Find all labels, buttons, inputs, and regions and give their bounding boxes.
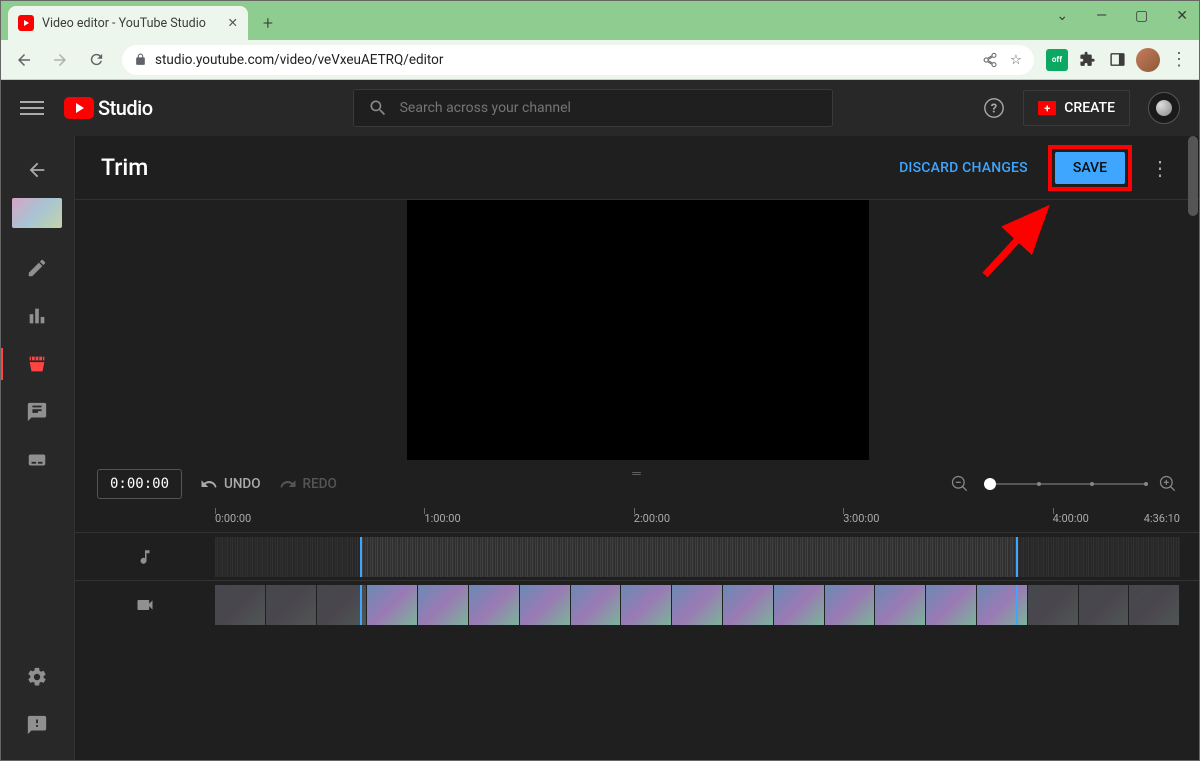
trim-end-handle[interactable] [1016, 537, 1018, 577]
back-button[interactable] [10, 46, 38, 74]
rail-comments-icon[interactable] [15, 390, 59, 434]
side-panel-icon[interactable] [1106, 49, 1128, 71]
video-preview-area [75, 200, 1200, 460]
zoom-out-icon[interactable] [950, 474, 970, 494]
duration-label: 4:36:10 [1144, 512, 1180, 525]
zoom-in-icon[interactable] [1158, 474, 1178, 494]
video-track [75, 580, 1200, 628]
search-box[interactable] [353, 89, 833, 127]
reload-button[interactable] [82, 46, 110, 74]
bookmark-star-icon[interactable]: ☆ [1010, 52, 1022, 68]
rail-details-icon[interactable] [15, 246, 59, 290]
undo-button[interactable]: UNDO [200, 475, 261, 493]
dropdown-affordance[interactable]: ⌄ [1056, 8, 1068, 24]
redo-button[interactable]: REDO [279, 475, 337, 493]
studio-body: Trim DISCARD CHANGES SAVE ⋮ 0:00:00 UNDO [0, 136, 1200, 761]
account-avatar[interactable] [1148, 92, 1180, 124]
studio-logo[interactable]: Studio [64, 96, 153, 120]
ruler-tick: 1:00:00 [424, 512, 460, 525]
trim-start-handle[interactable] [360, 585, 362, 625]
ruler-tick: 3:00:00 [843, 512, 879, 525]
minimize-button[interactable]: — [1096, 8, 1107, 24]
close-tab-icon[interactable]: ✕ [228, 15, 238, 31]
studio-header: Studio ? CREATE [0, 80, 1200, 136]
save-button[interactable]: SAVE [1055, 152, 1125, 184]
youtube-favicon [18, 15, 34, 31]
create-icon [1038, 101, 1056, 115]
search-icon [368, 98, 388, 118]
discard-changes-button[interactable]: DISCARD CHANGES [893, 152, 1034, 184]
search-input[interactable] [400, 100, 818, 116]
audio-track-icon [75, 548, 215, 566]
video-thumbnail[interactable] [12, 198, 62, 228]
maximize-button[interactable]: ▢ [1135, 8, 1148, 24]
zoom-slider[interactable] [984, 483, 1144, 485]
hamburger-menu-icon[interactable] [20, 96, 44, 120]
address-bar[interactable]: studio.youtube.com/video/veVxeuAETRQ/edi… [122, 45, 1034, 75]
rail-subtitles-icon[interactable] [15, 438, 59, 482]
chrome-menu-icon[interactable]: ⋮ [1168, 49, 1190, 71]
editor-main-area: Trim DISCARD CHANGES SAVE ⋮ 0:00:00 UNDO [74, 136, 1200, 761]
extension-icons: off ⋮ [1046, 48, 1190, 72]
browser-toolbar: studio.youtube.com/video/veVxeuAETRQ/edi… [0, 40, 1200, 80]
left-rail [0, 136, 74, 761]
ruler-tick: 2:00:00 [634, 512, 670, 525]
trim-end-handle[interactable] [1016, 585, 1018, 625]
create-button[interactable]: CREATE [1023, 90, 1130, 126]
window-controls: ⌄ — ▢ ✕ [1056, 8, 1188, 24]
browser-tab[interactable]: Video editor - YouTube Studio ✕ [8, 6, 248, 40]
rail-back-button[interactable] [15, 148, 59, 192]
drag-handle-icon[interactable]: ═ [632, 466, 643, 480]
share-icon[interactable] [982, 52, 998, 68]
close-window-button[interactable]: ✕ [1176, 8, 1188, 24]
forward-button[interactable] [46, 46, 74, 74]
editor-title: Trim [101, 154, 148, 181]
lock-icon [134, 53, 147, 66]
create-label: CREATE [1064, 100, 1115, 116]
audio-track [75, 532, 1200, 580]
extension-icon[interactable]: off [1046, 49, 1068, 71]
timeline: 0:00:00 1:00:00 2:00:00 3:00:00 4:00:00 … [75, 508, 1200, 761]
profile-avatar[interactable] [1136, 48, 1160, 72]
browser-tab-bar: Video editor - YouTube Studio ✕ + [0, 0, 1200, 40]
rail-editor-icon[interactable] [15, 342, 59, 386]
studio-app: Studio ? CREATE [0, 80, 1200, 761]
more-options-icon[interactable]: ⋮ [1146, 156, 1174, 180]
studio-wordmark: Studio [98, 96, 153, 120]
extensions-puzzle-icon[interactable] [1076, 49, 1098, 71]
url-text: studio.youtube.com/video/veVxeuAETRQ/edi… [155, 52, 443, 68]
time-ruler[interactable]: 0:00:00 1:00:00 2:00:00 3:00:00 4:00:00 … [215, 508, 1180, 532]
new-tab-button[interactable]: + [254, 9, 282, 37]
ruler-tick: 4:00:00 [1053, 512, 1089, 525]
editor-header: Trim DISCARD CHANGES SAVE ⋮ [75, 136, 1200, 200]
tab-title: Video editor - YouTube Studio [42, 16, 206, 31]
video-preview[interactable] [407, 200, 869, 460]
save-highlight-annotation: SAVE [1048, 145, 1132, 191]
help-icon[interactable]: ? [983, 97, 1005, 119]
current-time-display[interactable]: 0:00:00 [97, 469, 182, 499]
video-thumbstrip[interactable] [215, 585, 1180, 625]
audio-waveform[interactable] [215, 537, 1180, 577]
trim-start-handle[interactable] [360, 537, 362, 577]
scrollbar[interactable] [1188, 136, 1198, 216]
svg-text:?: ? [991, 102, 997, 117]
playback-controls: 0:00:00 UNDO REDO ═ [75, 460, 1200, 508]
youtube-logo-icon [64, 97, 94, 119]
rail-feedback-icon[interactable] [15, 703, 59, 747]
video-track-icon [75, 595, 215, 615]
rail-analytics-icon[interactable] [15, 294, 59, 338]
ruler-tick: 0:00:00 [215, 512, 251, 525]
rail-settings-icon[interactable] [15, 655, 59, 699]
